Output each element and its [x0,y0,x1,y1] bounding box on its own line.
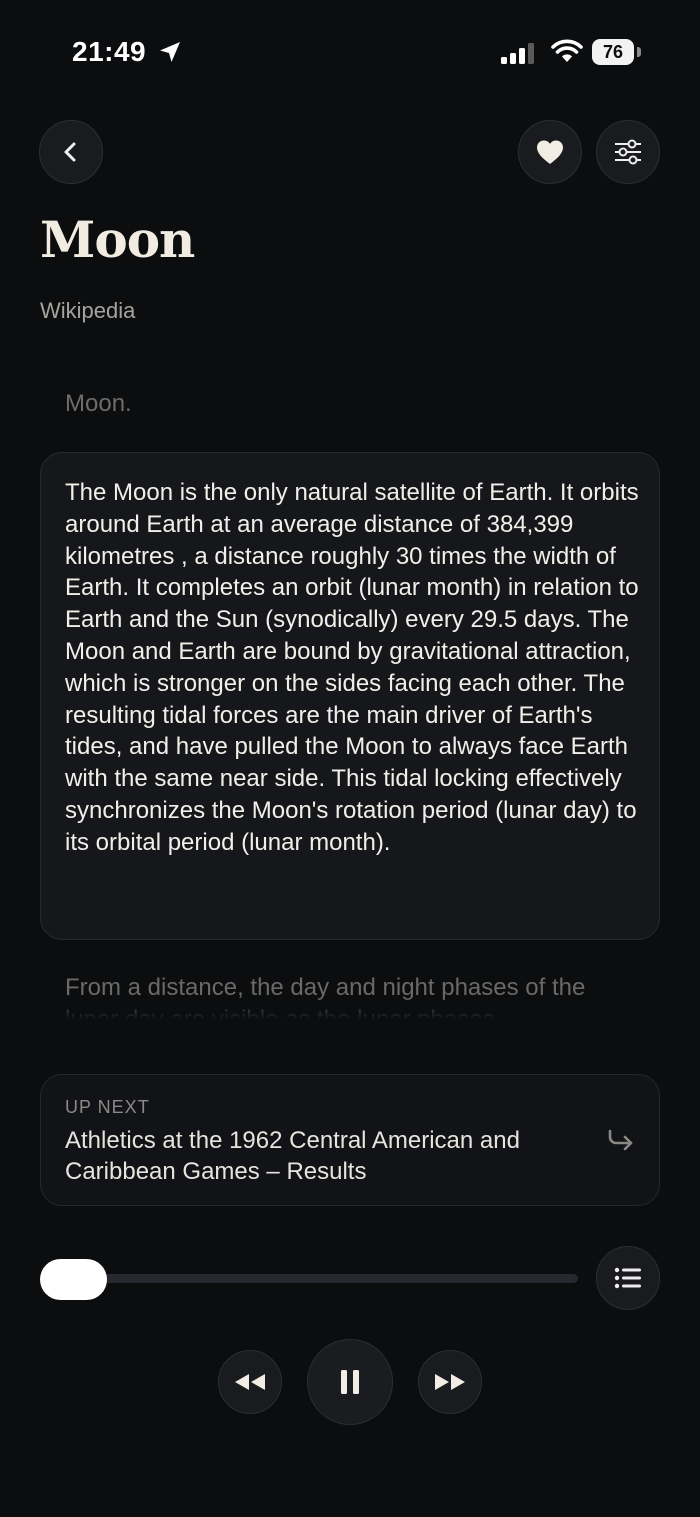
progress-thumb[interactable] [40,1259,107,1300]
progress-track[interactable] [60,1274,578,1283]
next-paragraph[interactable]: From a distance, the day and night phase… [65,972,645,1020]
battery-percent: 76 [602,42,624,62]
pause-icon [341,1370,359,1394]
article-source: Wikipedia [40,298,136,323]
article-title: Moon [40,210,195,269]
location-arrow-icon [160,42,180,62]
fast-forward-button[interactable] [418,1350,482,1414]
wifi-icon [551,39,583,62]
pause-button[interactable] [307,1339,393,1425]
queue-button[interactable] [596,1246,660,1310]
chevron-left-icon [64,142,76,162]
status-bar: 21:49 76 [0,0,700,100]
cellular-signal-icon [501,43,534,64]
fast-forward-icon [435,1374,465,1390]
rewind-button[interactable] [218,1350,282,1414]
sliders-icon [615,139,641,165]
list-icon [614,1267,641,1289]
previous-paragraph[interactable]: Moon. [65,390,132,418]
heart-icon [537,140,563,164]
up-next-card[interactable]: UP NEXT Athletics at the 1962 Central Am… [40,1074,660,1206]
battery-indicator: 76 [592,39,642,65]
favorite-button[interactable] [518,120,582,184]
up-next-title: Athletics at the 1962 Central American a… [65,1127,520,1185]
status-time: 21:49 [72,36,147,67]
up-next-label: UP NEXT [65,1097,150,1117]
redo-arrow-icon [608,1129,633,1151]
back-button[interactable] [39,120,103,184]
settings-button[interactable] [596,120,660,184]
current-paragraph: The Moon is the only natural satellite o… [65,479,639,856]
rewind-icon [235,1374,265,1390]
current-paragraph-card[interactable]: The Moon is the only natural satellite o… [40,452,660,940]
